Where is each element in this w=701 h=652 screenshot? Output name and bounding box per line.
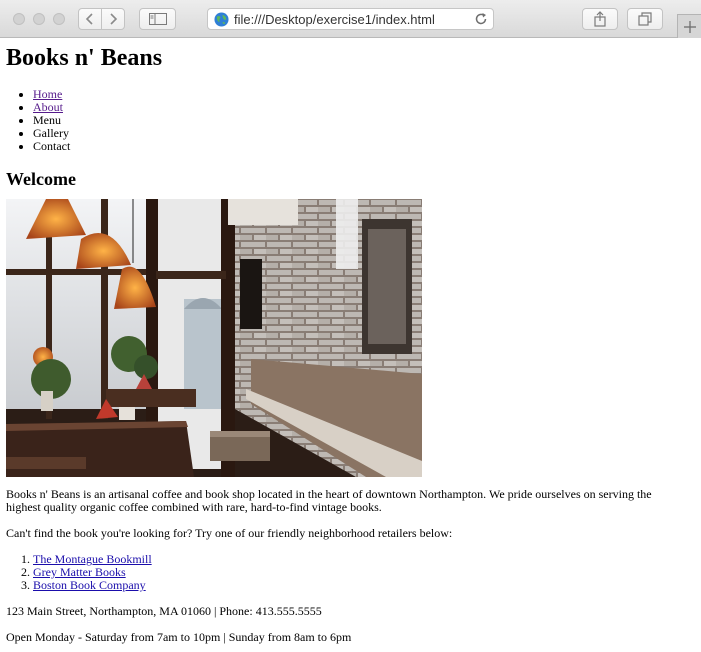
traffic-light-minimize-icon[interactable] [33,13,45,25]
web-page: Books n' Beans Home About Menu Gallery C… [6,38,696,644]
traffic-light-maximize-icon[interactable] [53,13,65,25]
retailers-list: The Montague Bookmill Grey Matter Books … [6,553,696,592]
chevron-right-icon [110,13,118,25]
forward-button[interactable] [101,8,125,30]
new-tab-button[interactable] [677,14,701,38]
share-button[interactable] [582,8,618,30]
cafe-photo [6,199,422,477]
retailer-item: The Montague Bookmill [33,553,696,566]
plus-icon [683,20,696,33]
retailers-intro: Can't find the book you're looking for? … [6,526,453,540]
nav-item-menu: Menu [33,114,696,127]
nav-item-contact: Contact [33,140,696,153]
nav-link-home[interactable]: Home [33,87,62,101]
nav-item-home: Home [33,88,696,101]
site-title: Books n' Beans [6,45,163,71]
nav-link-about[interactable]: About [33,100,63,114]
retailer-link-grey-matter[interactable]: Grey Matter Books [33,565,126,579]
chevron-left-icon [85,13,93,25]
hours-line: Open Monday - Saturday from 7am to 10pm … [6,630,352,644]
welcome-heading: Welcome [6,169,76,189]
retailer-link-montague[interactable]: The Montague Bookmill [33,552,152,566]
intro-paragraph: Books n' Beans is an artisanal coffee an… [6,487,652,514]
retailer-item: Boston Book Company [33,579,696,592]
sidebar-icon [148,13,167,25]
tabs-overview-icon [638,12,652,26]
address-line: 123 Main Street, Northampton, MA 01060 |… [6,604,322,618]
site-nav: Home About Menu Gallery Contact [6,88,696,153]
nav-item-gallery: Gallery [33,127,696,140]
url-text[interactable]: file:///Desktop/exercise1/index.html [234,12,435,27]
address-bar[interactable]: file:///Desktop/exercise1/index.html [207,8,494,30]
browser-toolbar: file:///Desktop/exercise1/index.html [0,0,701,38]
globe-icon [214,12,229,27]
tabs-overview-button[interactable] [627,8,663,30]
retailer-link-boston-book[interactable]: Boston Book Company [33,578,146,592]
back-button[interactable] [78,8,102,30]
reload-icon[interactable] [474,12,488,26]
nav-item-about: About [33,101,696,114]
sidebar-button[interactable] [139,8,176,30]
traffic-light-close-icon[interactable] [13,13,25,25]
share-icon [594,11,606,27]
